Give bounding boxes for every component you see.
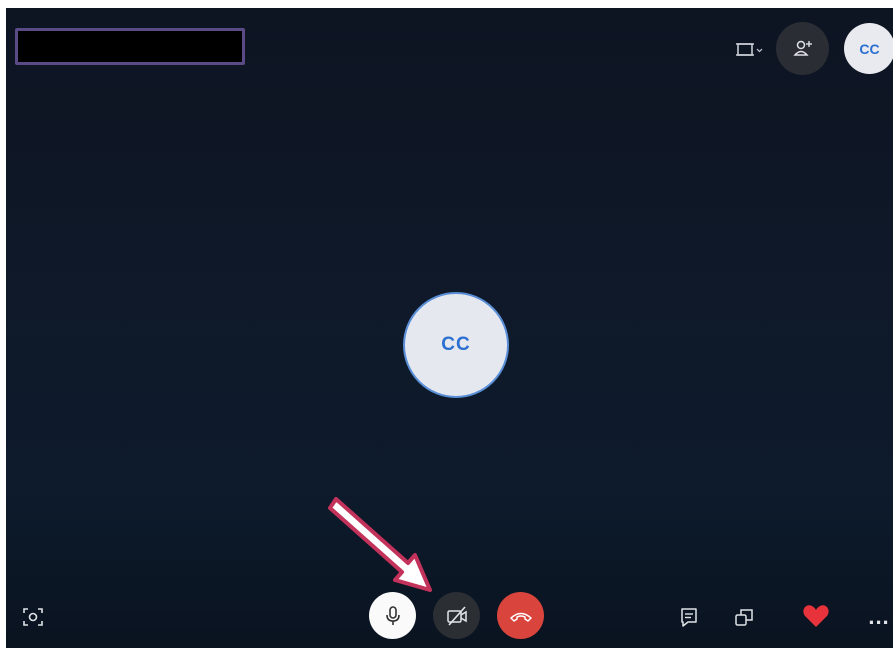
caller-avatar: CC: [403, 292, 509, 398]
phone-hangup-icon: [509, 612, 532, 622]
redacted-caller-name: [15, 28, 245, 65]
switch-window-icon: [735, 609, 753, 626]
switch-window-button[interactable]: [729, 602, 759, 632]
self-avatar[interactable]: CC: [844, 23, 893, 74]
caller-avatar-initials: CC: [441, 334, 471, 355]
chat-icon: [681, 608, 697, 627]
layout-icon: [736, 43, 763, 56]
add-participant-button[interactable]: [776, 22, 829, 75]
heart-icon: [803, 605, 829, 627]
more-options-button[interactable]: ...: [864, 602, 893, 632]
microphone-icon: [385, 605, 400, 625]
video-off-icon: [446, 605, 467, 626]
call-stage: CC CC ...: [6, 8, 893, 648]
toggle-video-button[interactable]: [433, 592, 480, 639]
layout-button[interactable]: [732, 38, 766, 62]
mute-microphone-button[interactable]: [369, 592, 416, 639]
self-avatar-initials: CC: [859, 40, 880, 57]
camera-snapshot-icon: [23, 608, 43, 626]
screenshot-button[interactable]: [18, 602, 48, 632]
more-options-label: ...: [868, 604, 890, 629]
reaction-button[interactable]: [798, 598, 834, 634]
hang-up-button[interactable]: [497, 592, 544, 639]
add-person-icon: [792, 40, 812, 56]
chat-button[interactable]: [674, 602, 704, 632]
